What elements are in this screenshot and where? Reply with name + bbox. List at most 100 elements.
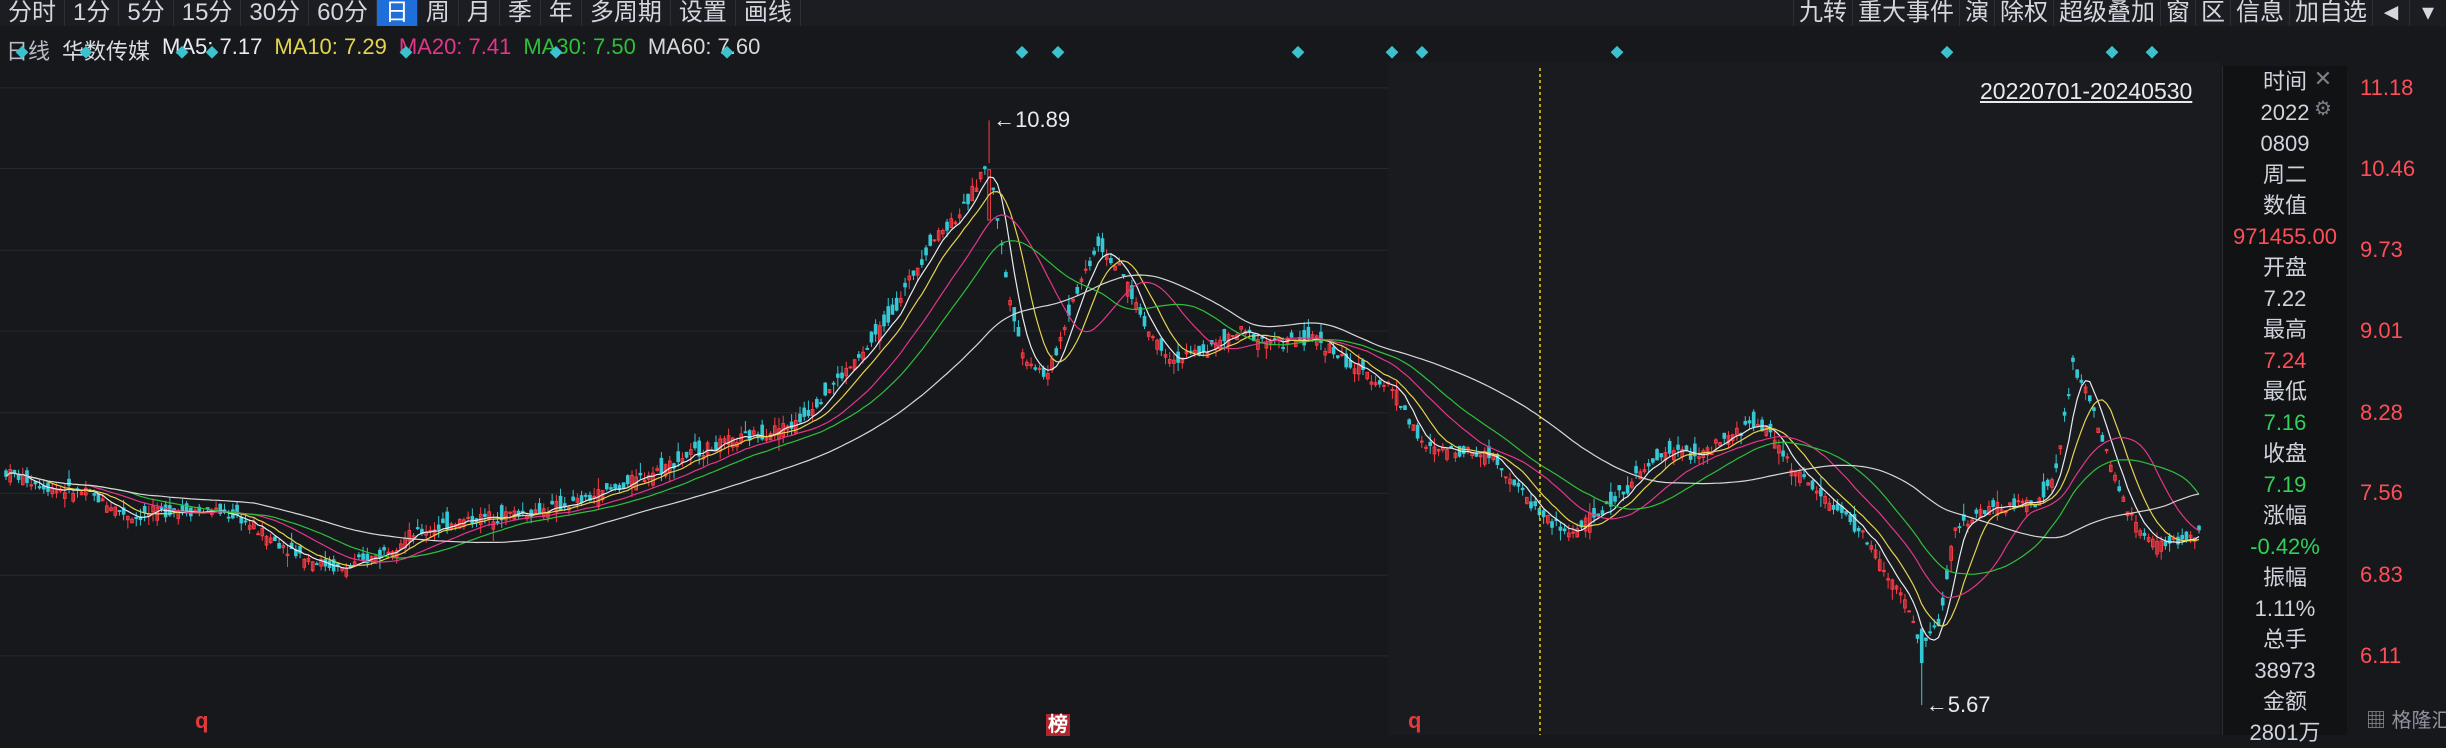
low-price-annotation: ←5.67 xyxy=(1925,692,1991,718)
bottom-mark-q[interactable]: q xyxy=(1408,708,1421,734)
period-tab[interactable]: 周 xyxy=(418,0,459,26)
candle-body xyxy=(1844,511,1848,515)
period-tab[interactable]: 5分 xyxy=(119,0,174,26)
tool-tab[interactable]: 信息 xyxy=(2230,0,2289,26)
candle-body xyxy=(873,323,878,335)
period-tab[interactable]: 分时 xyxy=(0,0,65,26)
candle-body xyxy=(613,483,617,489)
candle-body xyxy=(92,493,97,496)
tool-tab[interactable]: 演 xyxy=(1959,0,1994,26)
period-tab[interactable]: 1分 xyxy=(65,0,120,26)
candle-body xyxy=(1819,488,1823,497)
candle-body xyxy=(1659,453,1664,458)
period-tab[interactable]: 设置 xyxy=(671,0,736,26)
candle-body xyxy=(2062,411,2067,416)
info-close-label: 收盘 xyxy=(2262,441,2307,466)
high-price-value: 10.89 xyxy=(1015,107,1071,133)
forecast-region xyxy=(1388,62,2220,735)
price-axis-label: 6.83 xyxy=(2360,562,2403,588)
info-low: 7.16 xyxy=(2263,410,2307,435)
candle-body xyxy=(1487,446,1491,459)
candle-body xyxy=(550,500,554,505)
candle-body xyxy=(256,533,260,536)
tool-tab[interactable]: 区 xyxy=(2195,0,2230,26)
stock-name[interactable]: 华数传媒 xyxy=(62,34,150,64)
candle-body xyxy=(2054,463,2058,469)
period-tab[interactable]: 日 xyxy=(376,0,418,26)
candle-body xyxy=(1096,236,1101,246)
candle-body xyxy=(1861,530,1865,533)
period-tab[interactable]: 60分 xyxy=(309,0,377,26)
gear-icon[interactable]: ⚙ xyxy=(2310,96,2336,122)
candle-body xyxy=(693,441,697,449)
price-axis-label: 9.01 xyxy=(2360,317,2403,343)
period-tab[interactable]: 多周期 xyxy=(582,0,671,26)
period-tab[interactable]: 15分 xyxy=(174,0,242,26)
candle-body xyxy=(2180,535,2185,540)
candle-body xyxy=(1331,346,1336,355)
bottom-mark-q[interactable]: q xyxy=(195,708,208,734)
ma30-value: MA30: 7.50 xyxy=(523,34,636,59)
tool-tab[interactable]: 除权 xyxy=(1994,0,2053,26)
tool-tab[interactable]: 九转 xyxy=(1793,0,1852,26)
close-icon[interactable]: ✕ xyxy=(2310,66,2336,92)
price-axis-label: 7.56 xyxy=(2360,480,2403,506)
candle-body xyxy=(2087,395,2092,402)
candle-body xyxy=(96,493,101,503)
period-tab[interactable]: 30分 xyxy=(241,0,310,26)
info-value: 971455.00 xyxy=(2233,224,2337,249)
event-marker-icon xyxy=(1291,45,1305,59)
candle-body xyxy=(1550,521,1554,528)
period-tab[interactable]: 月 xyxy=(459,0,500,26)
candle-body xyxy=(1751,411,1756,427)
candle-body xyxy=(495,521,500,524)
candle-body xyxy=(1802,474,1806,478)
collapse-left-icon[interactable]: ◄ xyxy=(2372,0,2409,26)
candle-body xyxy=(1377,380,1382,385)
info-amount-label: 金额 xyxy=(2262,689,2307,714)
candle-body xyxy=(823,382,828,396)
candle-body xyxy=(789,421,794,429)
period-tab[interactable]: 季 xyxy=(500,0,541,26)
candle-body xyxy=(1335,355,1340,359)
tool-tabs: 九转 重大事件演除权 超级叠加窗区信息 加自选 ◄ ▾ xyxy=(1793,0,2446,26)
candle-body xyxy=(1982,510,1987,514)
bottom-mark-bang[interactable]: 榜 xyxy=(1046,708,1070,737)
candle-body xyxy=(2142,532,2147,536)
candle-body xyxy=(1016,326,1021,337)
candle-body xyxy=(1600,510,1605,516)
candle-body xyxy=(2197,525,2201,531)
price-axis-label: 11.18 xyxy=(2360,74,2414,100)
candle-body xyxy=(1100,238,1105,253)
chevron-down-icon[interactable]: ▾ xyxy=(2409,0,2446,26)
ma20-value: MA20: 7.41 xyxy=(398,34,512,59)
candle-body xyxy=(1504,476,1508,479)
tool-tab[interactable]: 重大事件 xyxy=(1852,0,1959,26)
kline-chart[interactable] xyxy=(0,45,2220,735)
candle-body xyxy=(1558,526,1563,531)
candle-body xyxy=(2071,357,2075,362)
kline-svg[interactable] xyxy=(0,45,2220,735)
info-high: 7.24 xyxy=(2263,348,2307,373)
candle-body xyxy=(415,527,420,530)
candle-body xyxy=(836,373,840,378)
candle-body xyxy=(226,516,231,519)
candle-body xyxy=(869,331,874,343)
candle-body xyxy=(1516,482,1521,487)
candle-body xyxy=(142,506,147,514)
date-range-label[interactable]: 20220701-20240530 xyxy=(1980,78,2192,105)
candle-body xyxy=(1319,331,1323,343)
candle-body xyxy=(1919,628,1924,664)
tool-tab[interactable]: 超级叠加 xyxy=(2053,0,2160,26)
price-axis-label: 9.73 xyxy=(2360,237,2403,263)
tool-tab[interactable]: 窗 xyxy=(2160,0,2195,26)
candle-body xyxy=(932,239,937,242)
period-tab[interactable]: 画线 xyxy=(736,0,801,26)
candle-body xyxy=(1092,250,1096,255)
candle-body xyxy=(991,187,996,191)
event-marker-icon xyxy=(1610,45,1624,59)
candle-body xyxy=(928,234,933,246)
candle-body xyxy=(865,347,870,350)
tool-tab[interactable]: 加自选 xyxy=(2289,0,2372,26)
period-tab[interactable]: 年 xyxy=(541,0,582,26)
